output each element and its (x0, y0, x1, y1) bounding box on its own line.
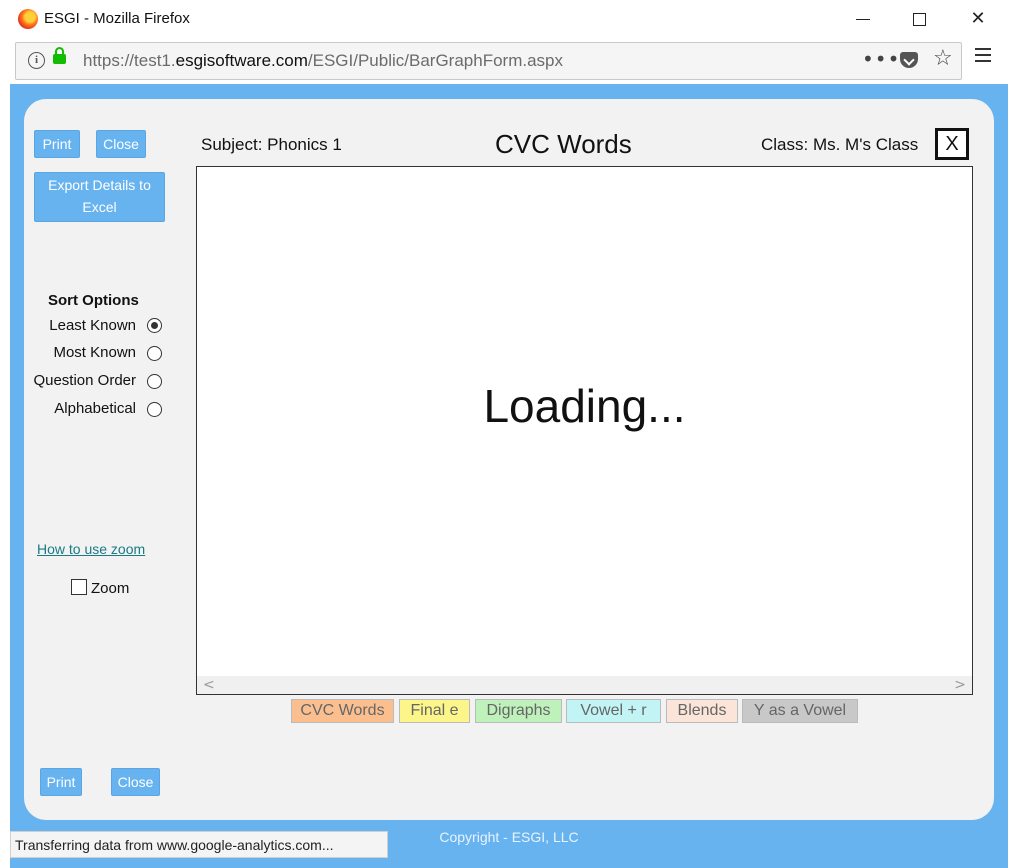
chart-area: Loading... < > (196, 166, 973, 695)
url-prefix: https://test1. (83, 51, 176, 70)
pocket-icon[interactable] (900, 52, 918, 68)
print-button[interactable]: Print (34, 130, 80, 158)
minimize-icon (856, 19, 870, 20)
minimize-button[interactable] (838, 4, 884, 34)
close-button[interactable]: Close (96, 130, 146, 158)
scroll-right-icon[interactable]: > (954, 676, 966, 694)
loading-text: Loading... (483, 380, 686, 432)
sort-question-order-radio[interactable] (147, 374, 162, 389)
close-button-bottom[interactable]: Close (111, 768, 160, 796)
maximize-button[interactable] (896, 4, 942, 34)
close-x-button[interactable]: X (935, 128, 969, 160)
page-background: Print Close Export Details to Excel Sort… (10, 84, 1008, 868)
url-domain: esgisoftware.com (175, 51, 308, 70)
scroll-left-icon[interactable]: < (203, 676, 215, 694)
class-label: Class: Ms. M's Class (761, 135, 919, 154)
tab-cvc-words[interactable]: CVC Words (291, 699, 394, 723)
sort-option-label: Question Order (33, 372, 136, 389)
window-title: ESGI - Mozilla Firefox (44, 10, 190, 27)
chart-title: CVC Words (495, 129, 632, 159)
sort-option-label: Least Known (49, 317, 136, 334)
tab-blends[interactable]: Blends (666, 699, 738, 723)
sort-options-title: Sort Options (48, 292, 139, 309)
url-path: /ESGI/Public/BarGraphForm.aspx (307, 51, 563, 70)
sort-least-known-radio[interactable] (147, 318, 162, 333)
zoom-label: Zoom (91, 580, 130, 597)
more-icon[interactable]: ••• (862, 47, 900, 71)
print-button-bottom[interactable]: Print (40, 768, 82, 796)
horizontal-scrollbar[interactable]: < > (197, 676, 972, 694)
tab-vowel-r[interactable]: Vowel + r (566, 699, 661, 723)
firefox-logo-icon (18, 9, 38, 29)
how-to-zoom-link[interactable]: How to use zoom (37, 541, 145, 557)
close-window-button[interactable]: ✕ (955, 4, 1001, 34)
export-excel-button[interactable]: Export Details to Excel (34, 172, 165, 222)
status-bar: Transferring data from www.google-analyt… (10, 831, 388, 858)
sort-option-label: Alphabetical (54, 400, 136, 417)
tab-final-e[interactable]: Final e (399, 699, 470, 723)
url-bar[interactable]: i https://test1.esgisoftware.com/ESGI/Pu… (15, 42, 962, 80)
sort-alphabetical-radio[interactable] (147, 402, 162, 417)
url-text[interactable]: https://test1.esgisoftware.com/ESGI/Publ… (83, 51, 563, 71)
subject-label: Subject: Phonics 1 (201, 135, 342, 154)
sort-option-label: Most Known (53, 344, 136, 361)
browser-navbar: i https://test1.esgisoftware.com/ESGI/Pu… (0, 38, 1018, 84)
window-titlebar: ESGI - Mozilla Firefox ✕ (0, 0, 1018, 38)
lock-icon[interactable] (53, 47, 66, 64)
zoom-checkbox[interactable] (71, 579, 87, 595)
info-icon[interactable]: i (28, 52, 45, 69)
bookmark-star-icon[interactable]: ☆ (933, 46, 953, 71)
hamburger-menu-icon[interactable] (975, 48, 991, 66)
main-panel: Print Close Export Details to Excel Sort… (24, 99, 994, 820)
tab-digraphs[interactable]: Digraphs (475, 699, 562, 723)
maximize-icon (913, 13, 926, 26)
sort-most-known-radio[interactable] (147, 346, 162, 361)
tab-y-as-vowel[interactable]: Y as a Vowel (742, 699, 858, 723)
close-icon: ✕ (970, 8, 986, 29)
